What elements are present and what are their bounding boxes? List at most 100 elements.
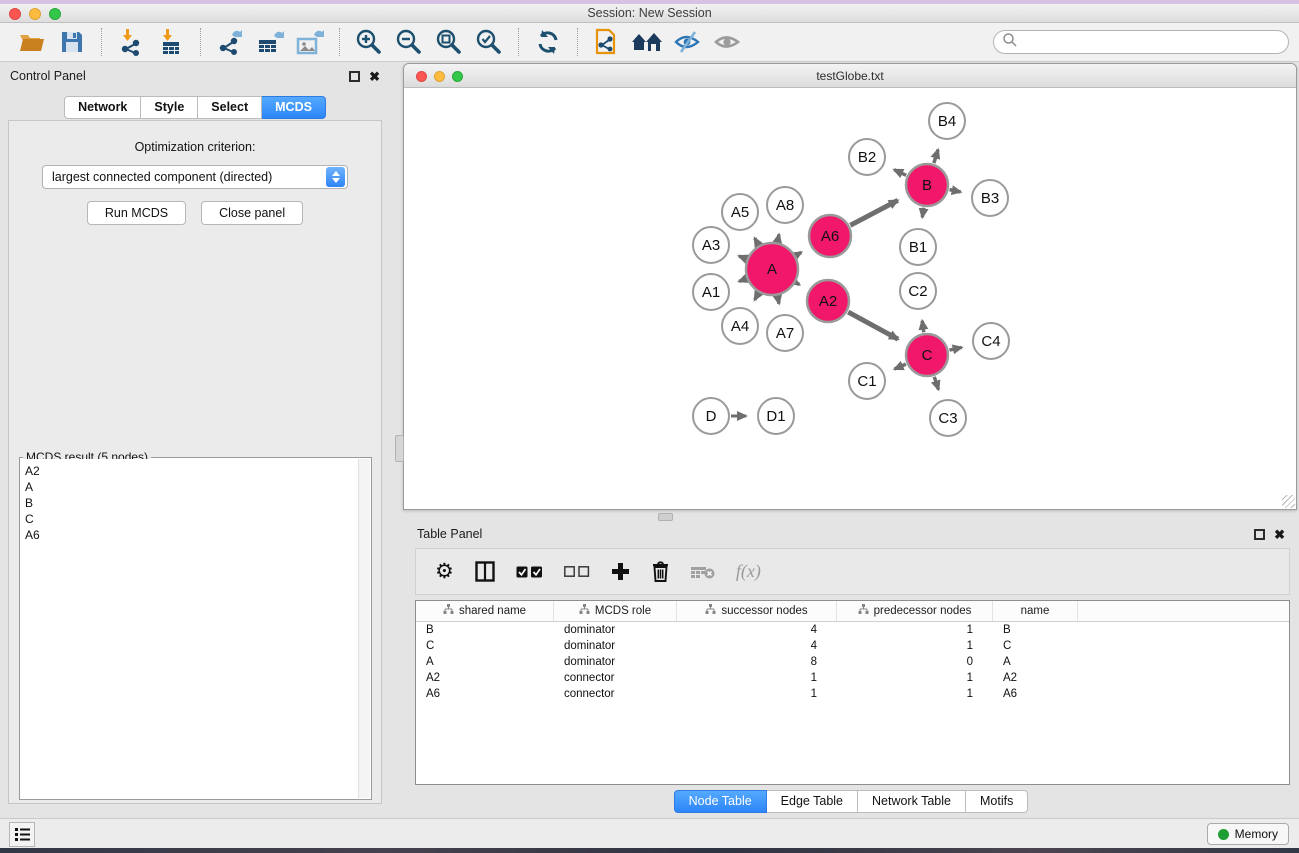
network-node-C1[interactable]: C1 — [849, 363, 885, 399]
cell-shared-name[interactable]: A — [416, 654, 554, 670]
search-input[interactable] — [1018, 35, 1288, 49]
column-header-shared-name[interactable]: shared name — [416, 601, 554, 621]
cell-name[interactable]: C — [993, 638, 1078, 654]
network-node-B[interactable]: B — [906, 164, 948, 206]
run-mcds-button[interactable]: Run MCDS — [87, 201, 186, 225]
network-window-titlebar[interactable]: testGlobe.txt — [404, 64, 1296, 88]
network-node-A7[interactable]: A7 — [767, 315, 803, 351]
network-node-C[interactable]: C — [906, 334, 948, 376]
show-all-eye-icon[interactable] — [710, 26, 744, 58]
open-session-icon[interactable] — [15, 26, 49, 58]
zoom-window-button[interactable] — [49, 8, 61, 20]
cell-MCDS-role[interactable]: dominator — [554, 654, 677, 670]
table-settings-gear-icon[interactable]: ⚙ — [435, 562, 454, 582]
delete-table-icon[interactable] — [691, 565, 715, 579]
cell-shared-name[interactable]: A6 — [416, 686, 554, 702]
float-panel-icon[interactable] — [349, 71, 360, 82]
task-history-button[interactable] — [9, 822, 35, 847]
network-node-A6[interactable]: A6 — [809, 215, 851, 257]
delete-columns-trash-icon[interactable] — [651, 561, 670, 582]
tab-network-table[interactable]: Network Table — [858, 790, 966, 813]
cell-MCDS-role[interactable]: connector — [554, 670, 677, 686]
cell-successor-nodes[interactable]: 8 — [677, 654, 837, 670]
network-node-D1[interactable]: D1 — [758, 398, 794, 434]
mcds-result-item[interactable]: A6 — [25, 527, 358, 543]
cell-shared-name[interactable]: B — [416, 622, 554, 638]
tab-motifs[interactable]: Motifs — [966, 790, 1028, 813]
export-image-icon[interactable] — [293, 26, 327, 58]
unselect-all-columns-icon[interactable] — [564, 566, 590, 577]
close-table-panel-icon[interactable]: ✖ — [1274, 529, 1285, 540]
minimize-window-button[interactable] — [29, 8, 41, 20]
column-header-predecessor-nodes[interactable]: predecessor nodes — [837, 601, 993, 621]
refresh-layout-icon[interactable] — [531, 26, 565, 58]
cell-MCDS-role[interactable]: connector — [554, 686, 677, 702]
cell-successor-nodes[interactable]: 4 — [677, 622, 837, 638]
optimization-criterion-dropdown[interactable]: largest connected component (directed) — [42, 165, 348, 189]
network-node-B1[interactable]: B1 — [900, 229, 936, 265]
search-field[interactable] — [993, 30, 1289, 54]
memory-button[interactable]: Memory — [1207, 823, 1289, 845]
network-node-B4[interactable]: B4 — [929, 103, 965, 139]
network-node-A8[interactable]: A8 — [767, 187, 803, 223]
cell-shared-name[interactable]: C — [416, 638, 554, 654]
column-header-successor-nodes[interactable]: successor nodes — [677, 601, 837, 621]
network-node-A5[interactable]: A5 — [722, 194, 758, 230]
mcds-result-item[interactable]: B — [25, 495, 358, 511]
cell-predecessor-nodes[interactable]: 1 — [837, 638, 993, 654]
network-canvas[interactable]: B4B2BB3A8A5A6A3B1AC2A1A2A4A7C4CC1C3DD1 — [404, 88, 1296, 509]
cell-name[interactable]: A — [993, 654, 1078, 670]
hide-selected-eye-slash-icon[interactable] — [670, 26, 704, 58]
export-network-icon[interactable] — [213, 26, 247, 58]
cell-successor-nodes[interactable]: 1 — [677, 670, 837, 686]
first-neighbors-icon[interactable] — [630, 26, 664, 58]
window-resize-grip[interactable] — [1282, 495, 1295, 508]
network-node-A2[interactable]: A2 — [807, 280, 849, 322]
cell-MCDS-role[interactable]: dominator — [554, 638, 677, 654]
create-new-column-icon[interactable] — [611, 562, 630, 581]
new-network-from-selection-icon[interactable] — [590, 26, 624, 58]
vertical-splitter-handle[interactable] — [395, 435, 404, 462]
column-header-MCDS-role[interactable]: MCDS role — [554, 601, 677, 621]
network-node-D[interactable]: D — [693, 398, 729, 434]
tab-select[interactable]: Select — [198, 96, 262, 119]
show-column-panel-icon[interactable] — [475, 561, 495, 582]
save-session-icon[interactable] — [55, 26, 89, 58]
import-table-icon[interactable] — [154, 26, 188, 58]
cell-successor-nodes[interactable]: 4 — [677, 638, 837, 654]
zoom-selected-icon[interactable] — [472, 26, 506, 58]
cell-predecessor-nodes[interactable]: 1 — [837, 670, 993, 686]
tab-mcds[interactable]: MCDS — [262, 96, 326, 119]
mcds-result-item[interactable]: A — [25, 479, 358, 495]
network-node-A4[interactable]: A4 — [722, 308, 758, 344]
column-header-name[interactable]: name — [993, 601, 1078, 621]
cell-shared-name[interactable]: A2 — [416, 670, 554, 686]
network-node-C4[interactable]: C4 — [973, 323, 1009, 359]
minimize-network-window-button[interactable] — [434, 71, 445, 82]
import-network-icon[interactable] — [114, 26, 148, 58]
zoom-in-icon[interactable] — [352, 26, 386, 58]
tab-style[interactable]: Style — [141, 96, 198, 119]
network-node-C2[interactable]: C2 — [900, 273, 936, 309]
network-node-B2[interactable]: B2 — [849, 139, 885, 175]
select-all-columns-icon[interactable] — [516, 566, 543, 578]
cell-successor-nodes[interactable]: 1 — [677, 686, 837, 702]
cell-name[interactable]: A2 — [993, 670, 1078, 686]
close-panel-icon[interactable]: ✖ — [369, 71, 380, 82]
network-node-A3[interactable]: A3 — [693, 227, 729, 263]
tab-network[interactable]: Network — [64, 96, 141, 119]
zoom-fit-icon[interactable] — [432, 26, 466, 58]
cell-MCDS-role[interactable]: dominator — [554, 622, 677, 638]
close-panel-button[interactable]: Close panel — [201, 201, 303, 225]
cell-predecessor-nodes[interactable]: 1 — [837, 686, 993, 702]
cell-name[interactable]: B — [993, 622, 1078, 638]
mcds-result-item[interactable]: C — [25, 511, 358, 527]
network-node-A1[interactable]: A1 — [693, 274, 729, 310]
network-node-C3[interactable]: C3 — [930, 400, 966, 436]
mcds-result-item[interactable]: A2 — [25, 463, 358, 479]
export-table-icon[interactable] — [253, 26, 287, 58]
network-node-B3[interactable]: B3 — [972, 180, 1008, 216]
function-builder-fx-icon[interactable]: f(x) — [736, 561, 761, 582]
cell-predecessor-nodes[interactable]: 1 — [837, 622, 993, 638]
cell-predecessor-nodes[interactable]: 0 — [837, 654, 993, 670]
